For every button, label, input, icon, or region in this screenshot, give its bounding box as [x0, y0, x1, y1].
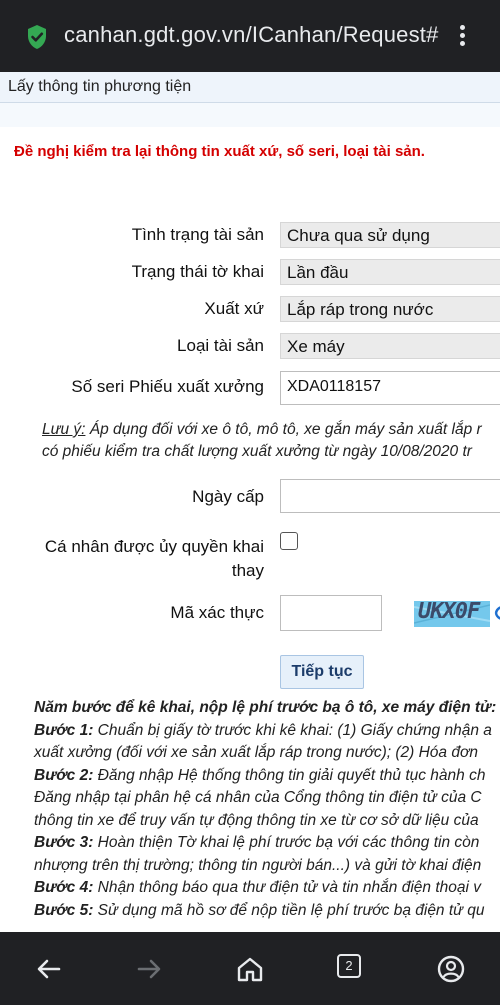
browser-bottom-bar: 2 [0, 932, 500, 1005]
step-line: nhượng trên thị trường; thông tin người … [34, 855, 500, 878]
page-title: Lấy thông tin phương tiện [8, 78, 192, 95]
serial-input[interactable]: XDA0118157 [280, 371, 500, 405]
step-line: Đăng nhập tại phân hệ cá nhân của Cổng t… [34, 787, 500, 810]
note-label: Lưu ý: [42, 421, 86, 438]
step-line: Bước 1: Chuẩn bị giấy tờ trước khi kê kh… [34, 720, 500, 743]
step-line-text: nhượng trên thị trường; thông tin người … [34, 856, 482, 874]
captcha-image: UKX0F [414, 601, 490, 627]
page-header: Lấy thông tin phương tiện [0, 72, 500, 103]
issue-date-label: Ngày cấp [192, 487, 264, 506]
refresh-captcha-icon[interactable] [493, 603, 500, 623]
origin-label: Xuất xứ [204, 299, 264, 318]
back-arrow-icon[interactable] [34, 954, 64, 984]
more-options-icon[interactable] [452, 22, 472, 50]
serial-label: Số seri Phiếu xuất xưởng [71, 377, 264, 396]
tab-count: 2 [345, 958, 353, 973]
step-line-label: Bước 1: [34, 721, 94, 739]
step-line-label: Bước 2: [34, 766, 94, 784]
step-line-text: Chuẩn bị giấy tờ trước khi kê khai: (1) … [93, 721, 492, 739]
asset-status-label: Tình trạng tài sản [131, 225, 264, 244]
forward-arrow-icon[interactable] [134, 954, 164, 984]
note-line-2: có phiếu kiểm tra chất lượng xuất xưởng … [42, 443, 472, 460]
asset-type-label: Loại tài sản [177, 336, 264, 355]
step-line-text: Đăng nhập Hệ thống thông tin giải quyết … [93, 766, 486, 784]
step-line: Bước 2: Đăng nhập Hệ thống thông tin giả… [34, 765, 500, 788]
step-line-label: Bước 4: [34, 879, 94, 896]
captcha-label: Mã xác thực [170, 603, 264, 622]
authorized-checkbox[interactable] [280, 532, 298, 550]
issue-date-input[interactable] [280, 479, 500, 513]
url-text[interactable]: canhan.gdt.gov.vn/ICanhan/Request# [64, 22, 439, 48]
secure-shield-icon[interactable] [26, 24, 48, 50]
step-line-text: xuất xưởng (đối với xe sản xuất lắp ráp … [34, 744, 478, 761]
steps-section: Năm bước để kê khai, nộp lệ phí trước bạ… [34, 697, 500, 922]
step-line-text: Nhận thông báo qua thư điện tử và tin nh… [93, 879, 481, 896]
step-line-label: Bước 5: [34, 901, 94, 919]
authorized-label-line-1: Cá nhân được ủy quyền khai [44, 537, 264, 556]
asset-type-field: Xe máy [280, 333, 500, 359]
asset-status-field: Chưa qua sử dụng [280, 222, 500, 248]
tab-switcher-button[interactable]: 2 [337, 954, 361, 978]
step-line-text: thông tin xe để truy vấn tự động thông t… [34, 811, 479, 829]
step-line-label: Bước 3: [34, 834, 94, 851]
declaration-state-label: Trạng thái tờ khai [131, 262, 264, 281]
captcha-text: UKX0F [418, 601, 480, 624]
account-icon[interactable] [436, 954, 466, 984]
steps-heading: Năm bước để kê khai, nộp lệ phí trước bạ… [34, 699, 497, 716]
step-line-text: Sử dụng mã hồ sơ để nộp tiền lệ phí trướ… [93, 901, 485, 919]
step-line: Bước 5: Sử dụng mã hồ sơ để nộp tiền lệ … [34, 900, 500, 923]
note-line-1: Áp dụng đối với xe ô tô, mô tô, xe gắn m… [85, 421, 482, 438]
step-line: xuất xưởng (đối với xe sản xuất lắp ráp … [34, 742, 500, 765]
continue-button[interactable]: Tiếp tục [280, 655, 364, 689]
captcha-input[interactable] [280, 595, 382, 631]
browser-address-bar: canhan.gdt.gov.vn/ICanhan/Request# [0, 0, 500, 72]
step-line: Bước 3: Hoàn thiện Tờ khai lệ phí trước … [34, 832, 500, 855]
origin-field: Lắp ráp trong nước [280, 296, 500, 322]
step-line-text: Hoàn thiện Tờ khai lệ phí trước bạ với c… [93, 834, 480, 851]
header-band [0, 103, 500, 127]
step-line: Bước 4: Nhận thông báo qua thư điện tử v… [34, 877, 500, 900]
step-line-text: Đăng nhập tại phân hệ cá nhân của Cổng t… [34, 789, 482, 806]
declaration-state-field: Lần đầu [280, 259, 500, 285]
authorized-label-line-2: thay [231, 561, 264, 580]
note-text: Lưu ý: Áp dụng đối với xe ô tô, mô tô, x… [42, 419, 500, 463]
home-icon[interactable] [235, 954, 265, 984]
warning-message: Đề nghị kiểm tra lại thông tin xuất xứ, … [14, 143, 425, 160]
step-line: thông tin xe để truy vấn tự động thông t… [34, 810, 500, 833]
